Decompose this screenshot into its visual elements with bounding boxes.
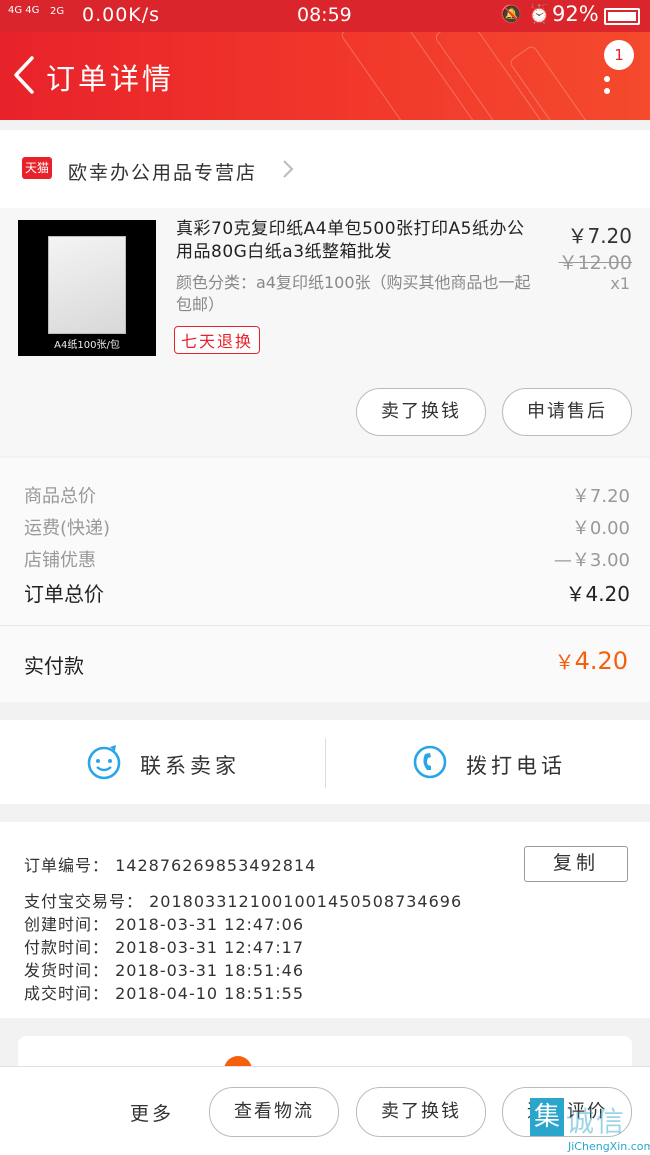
original-price: ￥12.00 [558, 252, 632, 274]
contact-bar: 联系卖家 拨打电话 [0, 720, 650, 804]
summary-row-discount: 店铺优惠 —￥3.00 [24, 546, 630, 572]
more-menu-icon[interactable] [604, 76, 610, 82]
signal-indicator: 4G 4G [8, 6, 39, 16]
paid-currency: ￥ [554, 650, 575, 674]
order-info: 订单编号： 142876269853492814 复制 支付宝交易号： 2018… [0, 822, 650, 1018]
clock: 08:59 [297, 4, 352, 26]
total-label: 订单总价 [24, 582, 104, 606]
battery-icon [604, 8, 640, 25]
signal-label-2: 2G [50, 6, 65, 17]
signal-label-1: 4G 4G [8, 5, 40, 16]
watermark-text: 诚信 [566, 1105, 627, 1138]
summary-value: ￥0.00 [571, 518, 630, 539]
paid-amount: 4.20 [574, 647, 628, 675]
summary-label: 运费(快递) [24, 518, 111, 539]
more-menu-icon-dot [604, 88, 610, 94]
alarm-icon: 🔕 ⏰ [500, 4, 551, 25]
price-summary: 商品总价 ￥7.20 运费(快递) ￥0.00 店铺优惠 —￥3.00 订单总价… [0, 458, 650, 702]
battery-level: 92% [552, 2, 599, 26]
back-icon[interactable] [8, 50, 44, 100]
call-button[interactable]: 拨打电话 [325, 720, 650, 804]
info-value: 2018-03-31 12:47:06 [115, 915, 305, 934]
chevron-right-icon [283, 160, 294, 178]
product-item[interactable]: A4纸100张/包 真彩70克复印纸A4单包500张打印A5纸办公用品80G白纸… [0, 208, 650, 456]
contact-seller-button[interactable]: 联系卖家 [0, 720, 325, 804]
after-sale-button[interactable]: 申请售后 [502, 388, 632, 436]
summary-value: ￥7.20 [571, 486, 630, 507]
watermark-url: JiChengXin.com [568, 1140, 650, 1153]
completed-time-row: 成交时间： 2018-04-10 18:51:55 [24, 980, 304, 1004]
product-sku: 颜色分类：a4复印纸100张（购买其他商品也一起包邮） [176, 273, 531, 314]
image-caption: A4纸100张/包 [54, 340, 120, 351]
chat-icon [87, 745, 121, 780]
summary-row-shipping: 运费(快递) ￥0.00 [24, 514, 630, 540]
product-image[interactable]: A4纸100张/包 [18, 220, 156, 356]
call-label: 拨打电话 [466, 754, 566, 778]
summary-label: 商品总价 [24, 486, 96, 507]
watermark-box: 集 [530, 1098, 564, 1136]
summary-row-subtotal: 商品总价 ￥7.20 [24, 482, 630, 508]
alipay-trade-row: 支付宝交易号： 2018033121001001450508734696 [24, 888, 462, 912]
paid-value: ￥4.20 [555, 646, 628, 675]
store-name[interactable]: 欧幸办公用品专营店 [68, 158, 257, 185]
total-value: ￥4.20 [565, 582, 630, 606]
info-label: 创建时间： [24, 915, 110, 934]
status-bar: 4G 4G 2G 0.00K/s 08:59 🔕 ⏰ 92% [0, 0, 650, 32]
copy-button[interactable]: 复制 [524, 846, 628, 882]
page-title: 订单详情 [46, 62, 175, 96]
more-button[interactable]: 更多 [130, 1099, 174, 1126]
watermark-logo: 集 诚信 JiChengXin.com [530, 1098, 650, 1155]
quantity: x1 [610, 274, 630, 293]
tmall-badge: 天猫 [22, 157, 52, 179]
info-label: 支付宝交易号： [24, 892, 144, 911]
info-value: 2018-03-31 18:51:46 [115, 961, 305, 980]
summary-row-total: 订单总价 ￥4.20 [24, 578, 630, 607]
paper-image [48, 236, 126, 334]
notification-badge[interactable]: 1 [604, 40, 634, 70]
sell-button-bottom[interactable]: 卖了换钱 [356, 1087, 486, 1137]
phone-icon [413, 745, 447, 779]
app-header: 订单详情 1 [0, 32, 650, 120]
contact-seller-label: 联系卖家 [140, 754, 240, 778]
service-tag: 七天退换 [174, 326, 261, 354]
info-value: 2018033121001001450508734696 [149, 892, 463, 911]
created-time-row: 创建时间： 2018-03-31 12:47:06 [24, 911, 304, 935]
order-number: 142876269853492814 [115, 856, 317, 875]
info-value: 2018-03-31 12:47:17 [115, 938, 305, 957]
paid-label: 实付款 [24, 654, 84, 678]
store-row[interactable]: 天猫 欧幸办公用品专营店 [0, 130, 650, 208]
info-label: 发货时间： [24, 961, 110, 980]
net-speed: 0.00K/s [82, 4, 161, 26]
product-title[interactable]: 真彩70克复印纸A4单包500张打印A5纸办公用品80G白纸a3纸整箱批发 [176, 218, 536, 264]
shipped-time-row: 发货时间： 2018-03-31 18:51:46 [24, 957, 304, 981]
info-label: 付款时间： [24, 938, 110, 957]
paid-time-row: 付款时间： 2018-03-31 12:47:17 [24, 934, 304, 958]
view-logistics-button[interactable]: 查看物流 [209, 1087, 339, 1137]
info-value: 2018-04-10 18:51:55 [115, 984, 305, 1003]
divider [0, 625, 650, 626]
summary-label: 店铺优惠 [24, 550, 96, 571]
info-label: 成交时间： [24, 984, 110, 1003]
order-number-row: 订单编号： 142876269853492814 [24, 852, 316, 876]
product-price: ￥7.20 [567, 224, 632, 248]
sell-button[interactable]: 卖了换钱 [356, 388, 486, 436]
summary-value: —￥3.00 [553, 550, 630, 571]
info-label: 订单编号： [24, 856, 110, 875]
